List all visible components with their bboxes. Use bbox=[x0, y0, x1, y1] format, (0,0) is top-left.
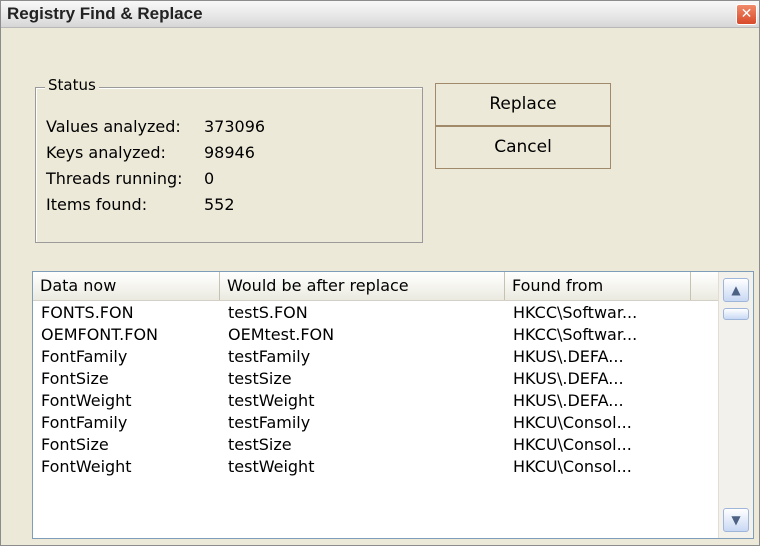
vertical-scrollbar[interactable]: ▲ ▼ bbox=[718, 272, 753, 538]
status-row-threads: Threads running: 0 bbox=[46, 169, 214, 188]
cell-data-now: FontFamily bbox=[41, 347, 128, 366]
cell-found-from: HKUS\.DEFA... bbox=[513, 391, 624, 410]
results-listview[interactable]: Data now Would be after replace Found fr… bbox=[32, 271, 754, 539]
cell-after-replace: testFamily bbox=[228, 347, 311, 366]
cell-found-from: HKCU\Consol... bbox=[513, 413, 632, 432]
status-key: Values analyzed: bbox=[46, 117, 181, 136]
status-value: 0 bbox=[204, 169, 215, 188]
status-value: 552 bbox=[204, 195, 235, 214]
cell-found-from: HKCU\Consol... bbox=[513, 457, 632, 476]
window-title: Registry Find & Replace bbox=[7, 4, 203, 23]
status-key: Items found: bbox=[46, 195, 148, 214]
cell-data-now: FONTS.FON bbox=[41, 303, 134, 322]
cell-after-replace: testSize bbox=[228, 369, 292, 388]
table-row[interactable]: FontWeight testWeight HKCU\Consol... bbox=[33, 456, 719, 478]
column-header-data-now[interactable]: Data now bbox=[33, 272, 220, 300]
cell-after-replace: testS.FON bbox=[228, 303, 308, 322]
find-replace-window: Registry Find & Replace ✕ Status Values … bbox=[0, 0, 760, 546]
table-row[interactable]: FontSize testSize HKUS\.DEFA... bbox=[33, 368, 719, 390]
replace-button[interactable]: Replace bbox=[435, 83, 611, 126]
cell-after-replace: testWeight bbox=[228, 391, 315, 410]
title-bar[interactable]: Registry Find & Replace ✕ bbox=[1, 1, 759, 28]
cell-found-from: HKCC\Softwar... bbox=[513, 303, 638, 322]
cell-found-from: HKUS\.DEFA... bbox=[513, 369, 624, 388]
table-row[interactable]: FontWeight testWeight HKUS\.DEFA... bbox=[33, 390, 719, 412]
table-row[interactable]: FontFamily testFamily HKUS\.DEFA... bbox=[33, 346, 719, 368]
table-row[interactable]: OEMFONT.FON OEMtest.FON HKCC\Softwar... bbox=[33, 324, 719, 346]
table-row[interactable]: FONTS.FON testS.FON HKCC\Softwar... bbox=[33, 302, 719, 324]
cell-found-from: HKCU\Consol... bbox=[513, 435, 632, 454]
cell-after-replace: testWeight bbox=[228, 457, 315, 476]
status-value: 98946 bbox=[204, 143, 255, 162]
status-key: Keys analyzed: bbox=[46, 143, 166, 162]
close-button[interactable]: ✕ bbox=[736, 4, 757, 25]
scroll-down-icon[interactable]: ▼ bbox=[723, 508, 749, 532]
cell-found-from: HKCC\Softwar... bbox=[513, 325, 638, 344]
status-row-items: Items found: 552 bbox=[46, 195, 235, 214]
cancel-button[interactable]: Cancel bbox=[435, 126, 611, 169]
table-row[interactable]: FontFamily testFamily HKCU\Consol... bbox=[33, 412, 719, 434]
cell-after-replace: testFamily bbox=[228, 413, 311, 432]
cell-after-replace: OEMtest.FON bbox=[228, 325, 335, 344]
status-row-keys: Keys analyzed: 98946 bbox=[46, 143, 255, 162]
status-key: Threads running: bbox=[46, 169, 183, 188]
cell-after-replace: testSize bbox=[228, 435, 292, 454]
cell-data-now: FontSize bbox=[41, 369, 109, 388]
cell-found-from: HKUS\.DEFA... bbox=[513, 347, 624, 366]
cell-data-now: FontWeight bbox=[41, 457, 132, 476]
status-value: 373096 bbox=[204, 117, 266, 136]
cell-data-now: FontWeight bbox=[41, 391, 132, 410]
status-row-values: Values analyzed: 373096 bbox=[46, 117, 265, 136]
table-row[interactable]: FontSize testSize HKCU\Consol... bbox=[33, 434, 719, 456]
cell-data-now: FontFamily bbox=[41, 413, 128, 432]
cell-data-now: FontSize bbox=[41, 435, 109, 454]
column-header-found-from[interactable]: Found from bbox=[505, 272, 691, 300]
column-header-after-replace[interactable]: Would be after replace bbox=[220, 272, 505, 300]
cell-data-now: OEMFONT.FON bbox=[41, 325, 158, 344]
list-header: Data now Would be after replace Found fr… bbox=[33, 272, 753, 301]
scroll-up-icon[interactable]: ▲ bbox=[723, 278, 749, 302]
status-groupbox bbox=[35, 87, 423, 243]
scroll-thumb[interactable] bbox=[723, 308, 749, 320]
status-legend: Status bbox=[45, 76, 99, 94]
